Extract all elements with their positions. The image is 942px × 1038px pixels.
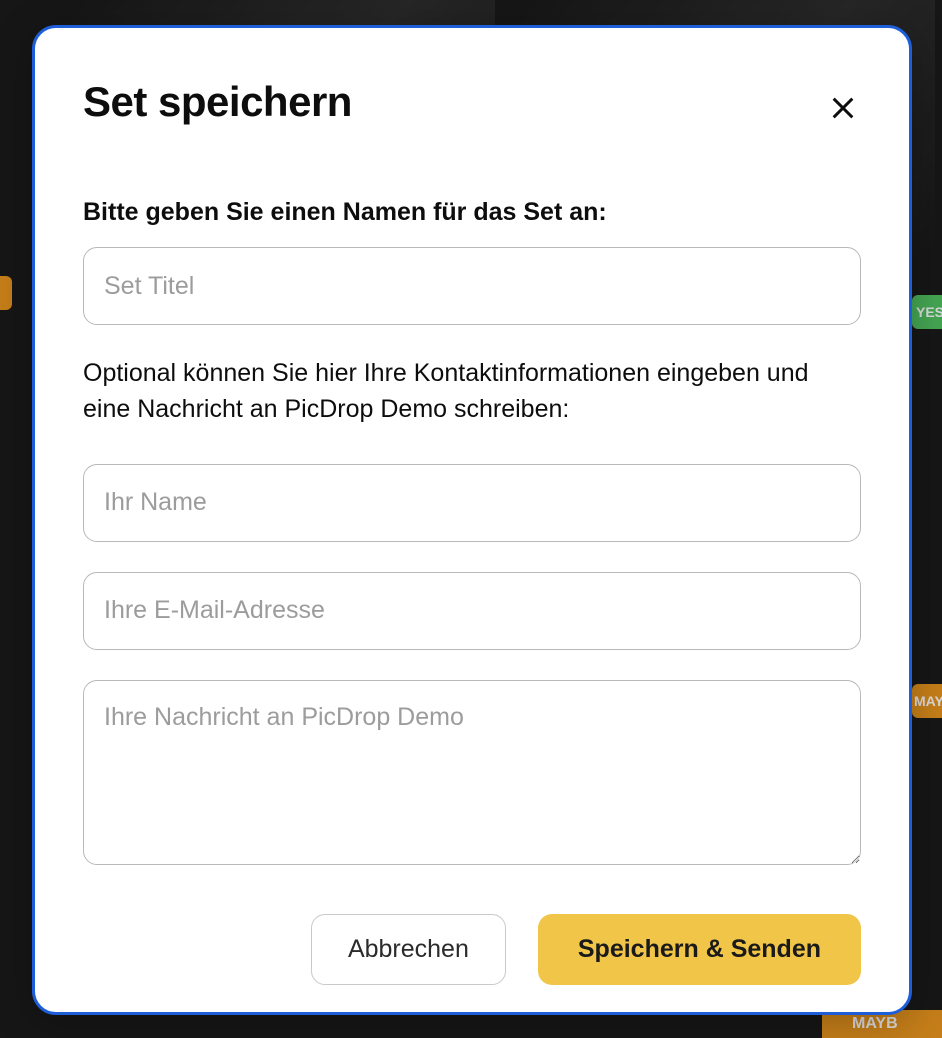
modal-title: Set speichern [83,78,861,126]
set-title-input[interactable] [83,247,861,325]
close-icon [829,94,857,122]
your-email-input[interactable] [83,572,861,650]
your-message-textarea[interactable] [83,680,861,865]
close-button[interactable] [825,90,861,126]
save-set-modal: Set speichern Bitte geben Sie einen Name… [32,25,912,1015]
your-name-input[interactable] [83,464,861,542]
optional-contact-label: Optional können Sie hier Ihre Kontaktinf… [83,355,861,428]
save-send-button[interactable]: Speichern & Senden [538,914,861,985]
modal-button-row: Abbrechen Speichern & Senden [83,914,861,985]
set-name-label: Bitte geben Sie einen Namen für das Set … [83,198,861,227]
cancel-button[interactable]: Abbrechen [311,914,506,985]
